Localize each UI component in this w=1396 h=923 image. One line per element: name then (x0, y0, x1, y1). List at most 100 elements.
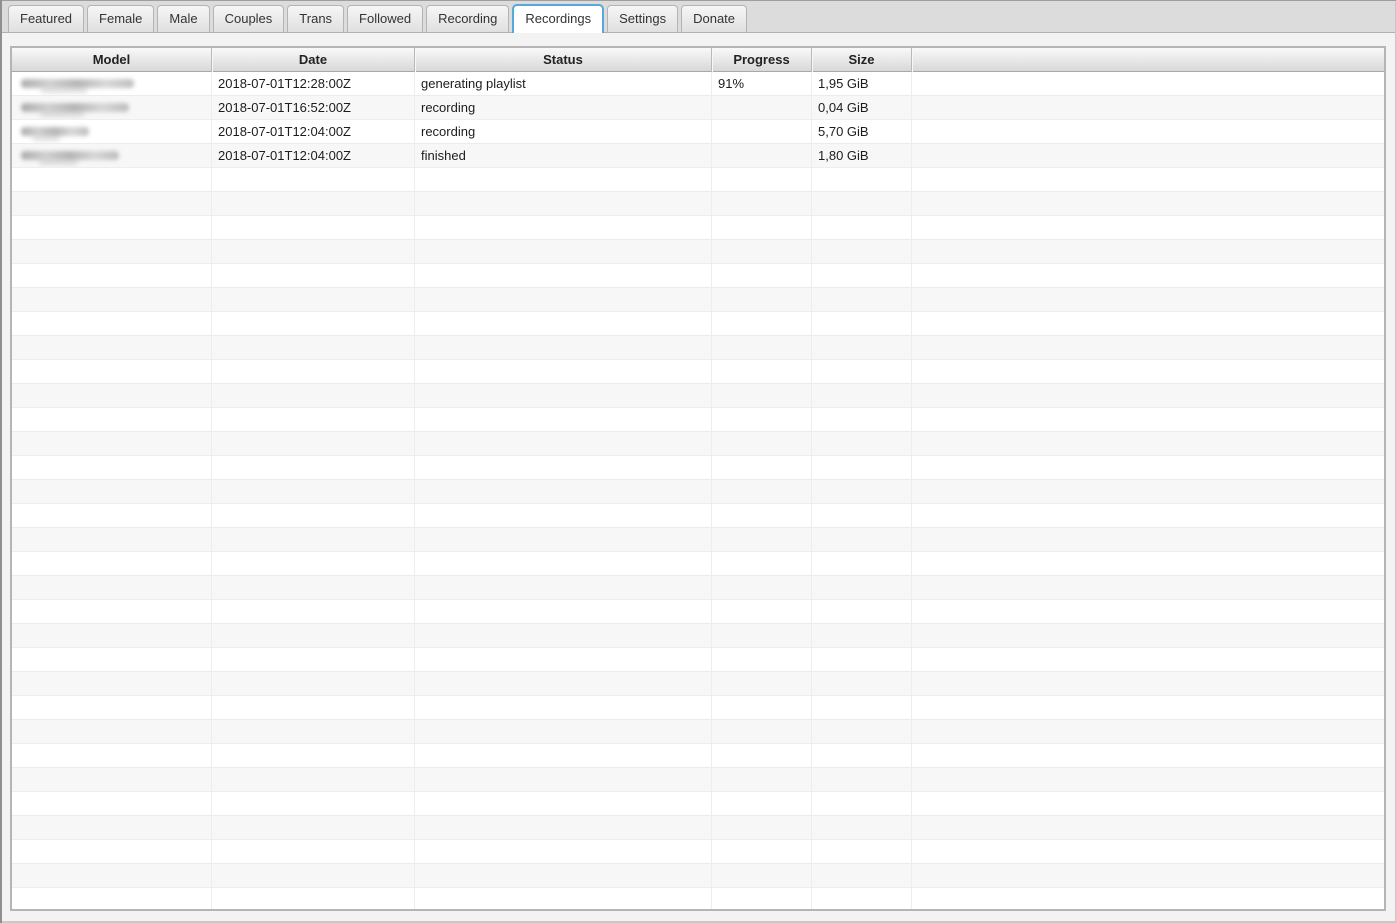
table-row-empty (12, 432, 1384, 456)
cell-date (212, 576, 415, 599)
cell-progress (712, 552, 812, 575)
table-row-empty (12, 192, 1384, 216)
table-row-empty (12, 816, 1384, 840)
tab-recording[interactable]: Recording (426, 5, 509, 32)
cell-size: 1,95 GiB (812, 72, 912, 95)
tab-donate[interactable]: Donate (681, 5, 747, 32)
cell-status (415, 816, 712, 839)
cell-date (212, 336, 415, 359)
cell-filler (912, 360, 1384, 383)
column-header-date[interactable]: Date (212, 48, 415, 72)
cell-filler (912, 456, 1384, 479)
table-row[interactable]: 2018-07-01T12:28:00Zgenerating playlist9… (12, 72, 1384, 96)
table-row-empty (12, 288, 1384, 312)
table-row-empty (12, 456, 1384, 480)
table-row[interactable]: 2018-07-01T12:04:00Zfinished1,80 GiB (12, 144, 1384, 168)
cell-model (12, 72, 212, 95)
cell-progress (712, 168, 812, 191)
cell-filler (912, 528, 1384, 551)
column-header-status[interactable]: Status (415, 48, 712, 72)
cell-progress (712, 648, 812, 671)
cell-progress (712, 480, 812, 503)
table-row-empty (12, 624, 1384, 648)
column-header-filler[interactable] (912, 48, 1384, 72)
tab-couples[interactable]: Couples (213, 5, 285, 32)
cell-size (812, 528, 912, 551)
cell-filler (912, 432, 1384, 455)
column-header-progress[interactable]: Progress (712, 48, 812, 72)
cell-filler (912, 408, 1384, 431)
cell-status (415, 672, 712, 695)
tab-female[interactable]: Female (87, 5, 154, 32)
table-row-empty (12, 336, 1384, 360)
cell-model (12, 408, 212, 431)
cell-progress (712, 696, 812, 719)
table-row-empty (12, 168, 1384, 192)
cell-size (812, 552, 912, 575)
cell-filler (912, 192, 1384, 215)
cell-model (12, 360, 212, 383)
cell-date (212, 240, 415, 263)
cell-date (212, 696, 415, 719)
cell-filler (912, 120, 1384, 143)
cell-date (212, 288, 415, 311)
tab-settings[interactable]: Settings (607, 5, 678, 32)
cell-date (212, 384, 415, 407)
column-header-model[interactable]: Model (12, 48, 212, 72)
cell-status (415, 840, 712, 863)
table-row-empty (12, 672, 1384, 696)
cell-date (212, 720, 415, 743)
table-row[interactable]: 2018-07-01T16:52:00Zrecording0,04 GiB (12, 96, 1384, 120)
cell-status (415, 432, 712, 455)
cell-status: finished (415, 144, 712, 167)
table-row-empty (12, 480, 1384, 504)
table-row-empty (12, 720, 1384, 744)
cell-date (212, 864, 415, 887)
table-row[interactable]: 2018-07-01T12:04:00Zrecording5,70 GiB (12, 120, 1384, 144)
tab-recordings[interactable]: Recordings (512, 4, 604, 33)
cell-status (415, 264, 712, 287)
table-row-empty (12, 744, 1384, 768)
cell-status (415, 192, 712, 215)
cell-date (212, 888, 415, 911)
cell-model (12, 384, 212, 407)
table-row-empty (12, 264, 1384, 288)
tab-male[interactable]: Male (157, 5, 209, 32)
cell-date (212, 480, 415, 503)
cell-date (212, 168, 415, 191)
cell-model (12, 744, 212, 767)
tab-trans[interactable]: Trans (287, 5, 344, 32)
cell-status (415, 744, 712, 767)
cell-filler (912, 216, 1384, 239)
cell-progress (712, 120, 812, 143)
cell-filler (912, 672, 1384, 695)
cell-filler (912, 864, 1384, 887)
cell-model (12, 432, 212, 455)
cell-size (812, 432, 912, 455)
cell-filler (912, 504, 1384, 527)
cell-date (212, 216, 415, 239)
cell-model (12, 504, 212, 527)
cell-date (212, 264, 415, 287)
cell-model (12, 96, 212, 119)
cell-status (415, 312, 712, 335)
cell-size (812, 216, 912, 239)
cell-size (812, 888, 912, 911)
tab-featured[interactable]: Featured (8, 5, 84, 32)
cell-status (415, 336, 712, 359)
tab-followed[interactable]: Followed (347, 5, 423, 32)
cell-date (212, 648, 415, 671)
table-row-empty (12, 384, 1384, 408)
cell-status (415, 216, 712, 239)
cell-status (415, 648, 712, 671)
column-header-size[interactable]: Size (812, 48, 912, 72)
cell-progress (712, 288, 812, 311)
cell-size (812, 192, 912, 215)
cell-filler (912, 696, 1384, 719)
cell-size: 0,04 GiB (812, 96, 912, 119)
cell-filler (912, 168, 1384, 191)
cell-filler (912, 72, 1384, 95)
cell-date (212, 672, 415, 695)
table-row-empty (12, 576, 1384, 600)
table-row-empty (12, 600, 1384, 624)
